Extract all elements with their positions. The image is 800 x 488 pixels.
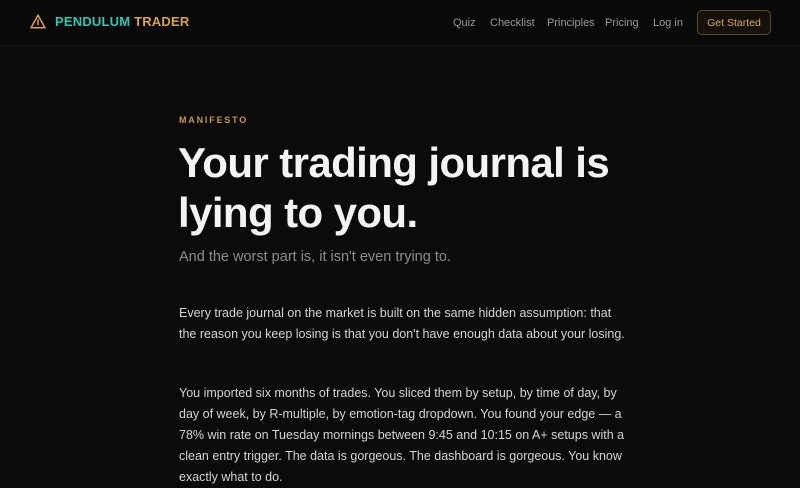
- get-started-button[interactable]: Get Started: [697, 10, 771, 35]
- body-paragraph: Every trade journal on the market is bui…: [179, 306, 625, 341]
- brand-name-primary: PENDULUM: [55, 14, 131, 29]
- site-header: PENDULUM TRADER Quiz Checklist Principle…: [0, 0, 800, 46]
- brand-name-secondary: TRADER: [130, 14, 190, 29]
- nav-quiz[interactable]: Quiz: [453, 17, 476, 29]
- nav-principles[interactable]: Principles: [547, 17, 595, 29]
- nav-pricing[interactable]: Pricing: [605, 17, 639, 29]
- page-title: Your trading journal is lying to you.: [178, 139, 610, 236]
- page-subtitle: And the worst part is, it isn't even try…: [179, 249, 451, 265]
- section-eyebrow: MANIFESTO: [179, 115, 249, 125]
- brand-logo[interactable]: PENDULUM TRADER: [30, 14, 189, 29]
- triangle-icon: [30, 14, 46, 29]
- nav-login[interactable]: Log in: [653, 17, 683, 29]
- brand-name: PENDULUM TRADER: [55, 14, 189, 29]
- nav-checklist[interactable]: Checklist: [490, 17, 535, 29]
- body-paragraph: You imported six months of trades. You s…: [179, 386, 625, 484]
